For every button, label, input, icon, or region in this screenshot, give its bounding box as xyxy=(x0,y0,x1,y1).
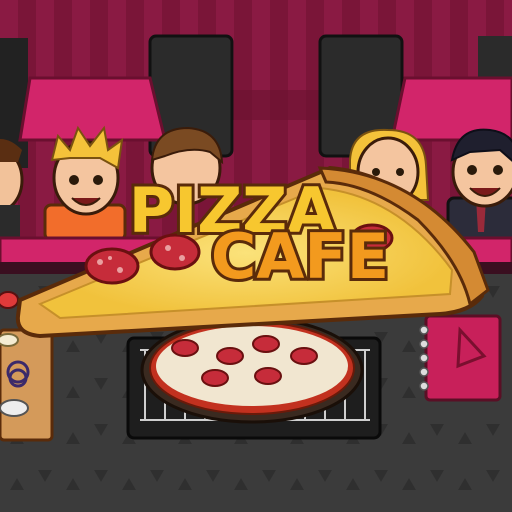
logo-line2: CAFE xyxy=(211,220,389,293)
game-canvas: PIZZA CAFE xyxy=(0,0,512,512)
customer-businessman[interactable] xyxy=(446,128,512,244)
notebook-icon[interactable] xyxy=(419,314,502,402)
pizza-cafe-title-screen: PIZZA CAFE xyxy=(0,0,512,512)
customer-left-edge[interactable] xyxy=(0,139,24,237)
